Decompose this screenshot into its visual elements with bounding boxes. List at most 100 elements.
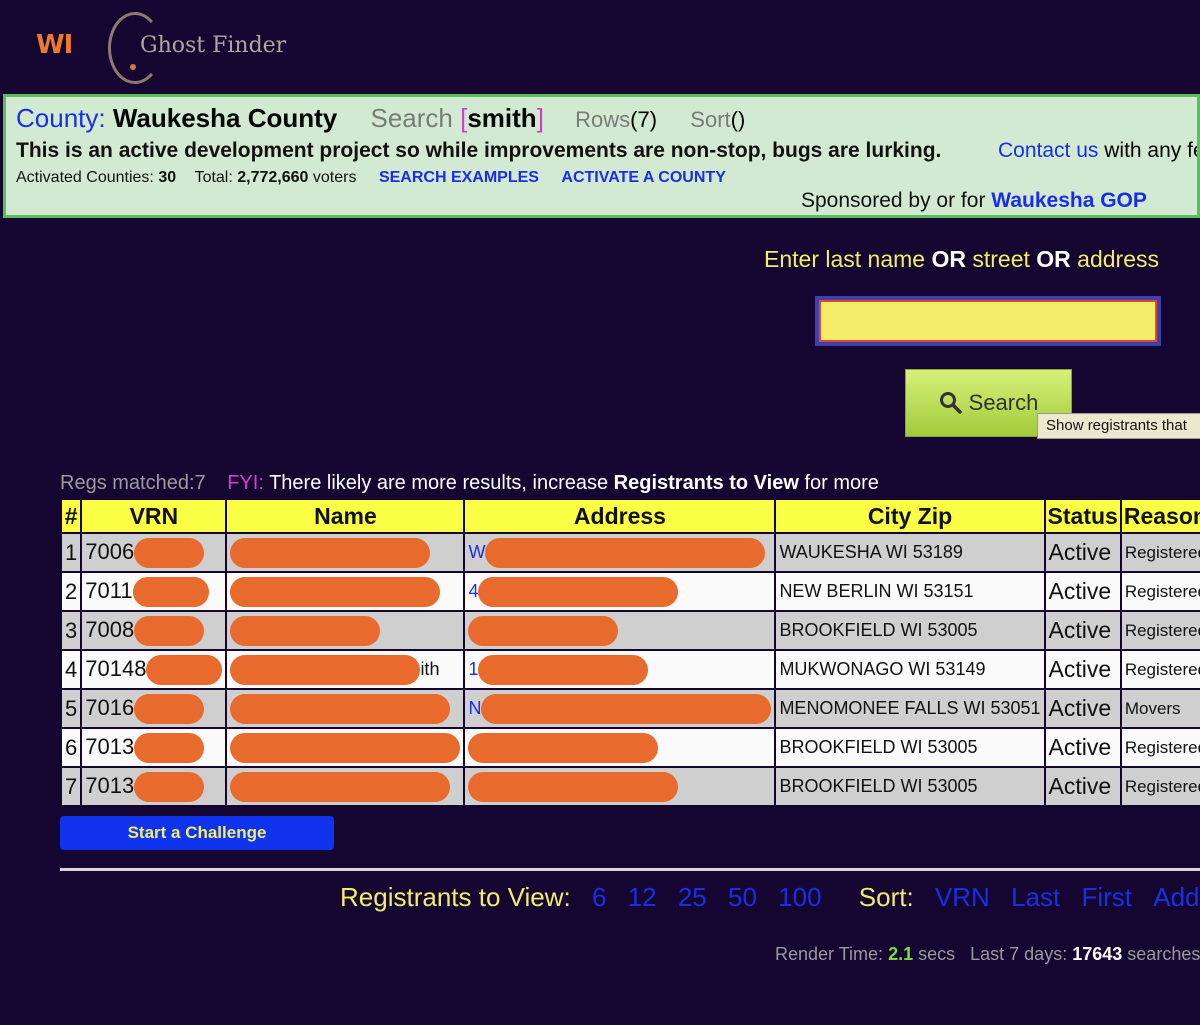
cell-reason: Registered	[1119, 532, 1200, 573]
col-city-zip[interactable]: City Zip	[774, 498, 1046, 534]
col-name[interactable]: Name	[225, 498, 466, 534]
col-status[interactable]: Status	[1043, 498, 1122, 534]
prompt-text-2: street	[965, 246, 1037, 272]
info-panel: County: Waukesha County Search [smith] R…	[3, 94, 1200, 218]
prompt-or-2: OR	[1036, 246, 1071, 272]
search-term: smith	[467, 103, 537, 133]
table-row[interactable]: 2 7011 4 NEW BERLIN WI 53151 Active Registere…	[59, 571, 1200, 612]
results-table: # VRN Name Address City Zip Status Reaso…	[59, 498, 1200, 807]
cell-address[interactable]: 4	[463, 571, 777, 612]
redaction-mark	[134, 615, 205, 646]
sponsor-text: Sponsored by or for	[801, 189, 986, 212]
cell-name	[225, 688, 466, 729]
cell-status: Active	[1043, 727, 1122, 768]
cell-city-zip: MUKWONAGO WI 53149	[774, 649, 1046, 690]
pager-label: Registrants to View:	[340, 882, 571, 912]
redaction-mark	[230, 654, 421, 685]
footer-stats: Render Time: 2.1 secs Last 7 days: 17643…	[775, 944, 1200, 965]
sort-option-first[interactable]: First	[1081, 882, 1132, 912]
redaction-mark	[485, 537, 766, 568]
sort-value: ()	[730, 107, 746, 132]
pager-option-50[interactable]: 50	[728, 882, 757, 912]
address-head: 1	[468, 658, 479, 679]
cell-status: Active	[1043, 766, 1122, 807]
sort-option-vrn[interactable]: VRN	[935, 882, 990, 912]
cell-status: Active	[1043, 688, 1122, 729]
app-name[interactable]: Ghost Finder	[140, 33, 286, 58]
activate-county-link[interactable]: ACTIVATE A COUNTY	[561, 169, 725, 186]
search-prompt: Enter last name OR street OR address	[764, 246, 1159, 273]
redaction-mark	[230, 615, 381, 646]
table-row[interactable]: 6 7013 BROOKFIELD WI 53005 Active Registered	[59, 727, 1200, 768]
cell-name	[225, 571, 466, 612]
cell-address[interactable]: N	[463, 688, 777, 729]
search-label: Search	[370, 103, 453, 133]
address-head: W	[468, 541, 486, 562]
name-tail: ith	[420, 658, 440, 679]
redaction-mark	[134, 732, 205, 763]
redaction-mark	[230, 537, 431, 568]
table-row[interactable]: 5 7016 N MENOMONEE FALLS WI 53051 Active Move…	[59, 688, 1200, 729]
cell-vrn[interactable]: 7008	[80, 610, 228, 651]
pager-option-25[interactable]: 25	[678, 882, 707, 912]
cell-city-zip: BROOKFIELD WI 53005	[774, 766, 1046, 807]
render-label: Render Time:	[775, 944, 884, 964]
address-head: N	[468, 697, 482, 718]
redaction-mark	[478, 654, 649, 685]
cell-address[interactable]: 1	[463, 649, 777, 690]
col-num[interactable]: #	[59, 498, 83, 534]
fyi-label: FYI:	[227, 472, 264, 494]
cell-address[interactable]: W	[463, 532, 777, 573]
pager-option-12[interactable]: 12	[628, 882, 657, 912]
vrn-prefix: 7013	[85, 772, 135, 798]
cell-reason: Registered	[1119, 610, 1200, 651]
pager-option-6[interactable]: 6	[592, 882, 606, 912]
redaction-mark	[468, 771, 679, 802]
sort-label: Sort:	[858, 882, 914, 912]
col-address[interactable]: Address	[463, 498, 777, 534]
redaction-mark	[230, 771, 451, 802]
cell-vrn[interactable]: 7016	[80, 688, 228, 729]
redaction-mark	[468, 615, 619, 646]
cell-address[interactable]	[463, 727, 777, 768]
sort-option-address[interactable]: Address	[1153, 882, 1200, 912]
table-row[interactable]: 3 7008 BROOKFIELD WI 53005 Active Registered	[59, 610, 1200, 651]
cell-num: 1	[59, 532, 83, 573]
cell-address[interactable]	[463, 766, 777, 807]
cell-vrn[interactable]: 70148	[80, 649, 228, 690]
cell-status: Active	[1043, 610, 1122, 651]
redaction-mark	[132, 576, 209, 607]
vrn-prefix: 7008	[85, 616, 135, 642]
search-input[interactable]	[815, 296, 1161, 346]
days-unit: searches	[1127, 944, 1200, 964]
col-reason[interactable]: Reason	[1119, 498, 1200, 534]
sponsor-link[interactable]: Waukesha GOP	[991, 189, 1147, 212]
start-challenge-button[interactable]: Start a Challenge	[60, 816, 334, 850]
redaction-mark	[134, 537, 205, 568]
search-examples-link[interactable]: SEARCH EXAMPLES	[379, 169, 539, 186]
cell-name	[225, 610, 466, 651]
rows-value: (7)	[630, 107, 658, 132]
redaction-mark	[468, 732, 659, 763]
sponsor-line: Sponsored by or for Waukesha GOP	[801, 189, 1147, 213]
cell-address[interactable]	[463, 610, 777, 651]
contact-link[interactable]: Contact us	[998, 139, 1098, 162]
cell-vrn[interactable]: 7013	[80, 766, 228, 807]
vrn-prefix: 7016	[85, 694, 135, 720]
pager-option-100[interactable]: 100	[778, 882, 821, 912]
cell-vrn[interactable]: 7013	[80, 727, 228, 768]
table-row[interactable]: 4 70148 ith 1 MUKWONAGO WI 53149 Active Regist…	[59, 649, 1200, 690]
days-value: 17643	[1072, 944, 1123, 964]
cell-num: 7	[59, 766, 83, 807]
col-vrn[interactable]: VRN	[80, 498, 228, 534]
contact-rest: with any feedback	[1104, 139, 1197, 162]
table-row[interactable]: 7 7013 BROOKFIELD WI 53005 Active Registered	[59, 766, 1200, 807]
sort-option-last[interactable]: Last	[1011, 882, 1060, 912]
cell-vrn[interactable]: 7011	[80, 571, 228, 612]
fyi-text-1: There likely are more results, increase	[269, 472, 614, 494]
table-row[interactable]: 1 7006 W WAUKESHA WI 53189 Active Registered	[59, 532, 1200, 573]
search-button-label: Search	[968, 390, 1039, 415]
rows-label: Rows	[575, 107, 631, 132]
redaction-mark	[146, 654, 223, 685]
cell-vrn[interactable]: 7006	[80, 532, 228, 573]
